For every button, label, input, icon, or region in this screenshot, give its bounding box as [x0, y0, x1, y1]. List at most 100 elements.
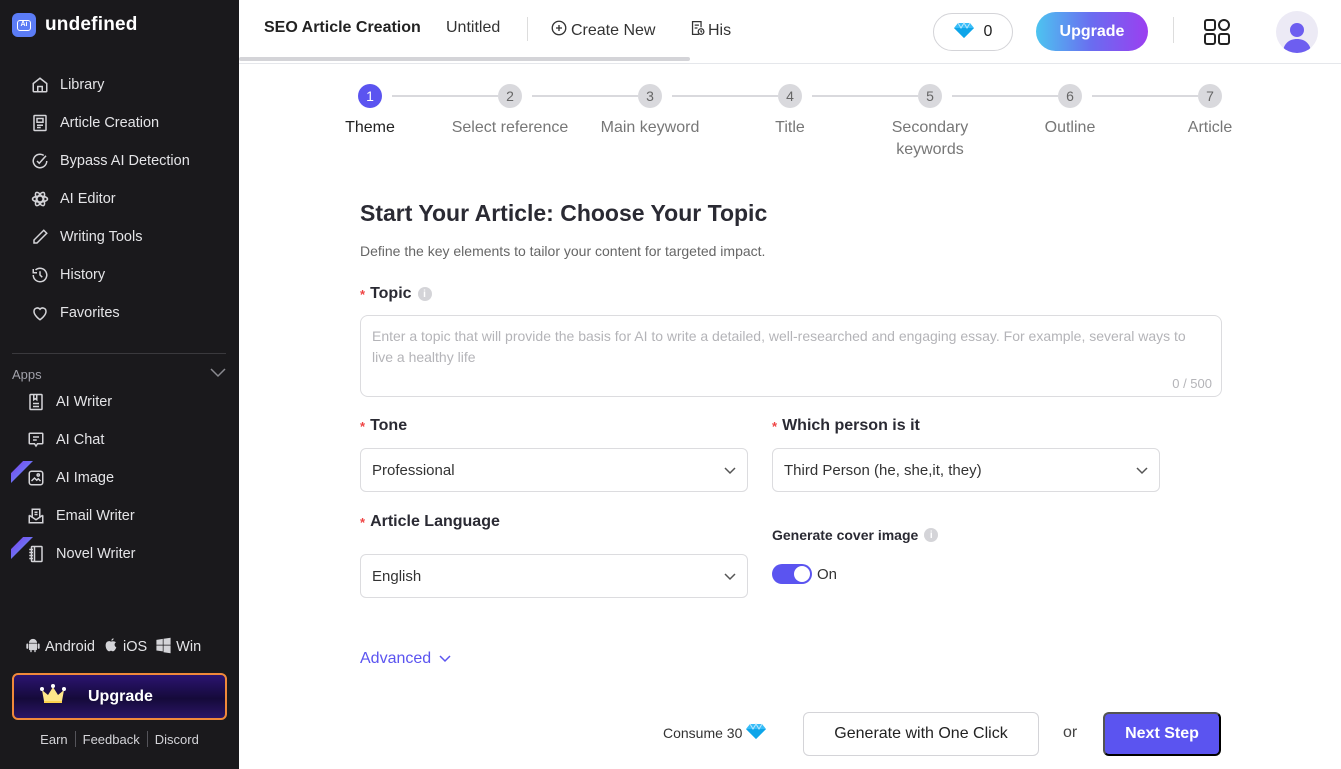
sidebar-upgrade-button[interactable]: Upgrade [12, 673, 227, 720]
sidebar-nav: Library Article Creation Bypass AI Detec… [0, 66, 239, 332]
form-subheading: Define the key elements to tailor your c… [360, 243, 766, 259]
gem-count: 0 [983, 23, 993, 40]
toggle-track[interactable] [772, 564, 812, 584]
progress-stepper: 1 Theme 2 Select reference 3 Main keywor… [239, 84, 1341, 174]
topic-input[interactable] [361, 316, 1221, 376]
chat-icon [27, 431, 45, 449]
sidebar-item-label: AI Image [56, 470, 115, 486]
sidebar-item-label: Writing Tools [60, 229, 143, 245]
brand-name: undefined [45, 14, 138, 35]
android-link[interactable]: Android [25, 637, 95, 658]
sidebar-item-ai-chat[interactable]: AI Chat [0, 421, 239, 459]
person-label: * Which person is it [772, 417, 920, 435]
writer-icon [27, 393, 45, 411]
info-icon[interactable]: i [417, 287, 432, 301]
sidebar-item-library[interactable]: Library [0, 66, 239, 104]
earn-link[interactable]: Earn [33, 732, 74, 747]
gem-balance[interactable]: 0 [933, 13, 1013, 51]
consume-label: Consume 30 [663, 724, 743, 741]
notebook-icon [27, 545, 45, 563]
ios-link[interactable]: iOS [103, 636, 147, 658]
user-avatar[interactable] [1276, 11, 1318, 53]
step-outline[interactable]: 6 Outline [1005, 84, 1135, 139]
language-label-text: Article Language [370, 513, 500, 530]
windows-link[interactable]: Win [155, 637, 201, 658]
step-number: 2 [498, 84, 522, 108]
character-counter: 0 / 500 [1172, 376, 1212, 391]
sidebar-footer-links: Earn Feedback Discord [0, 731, 239, 747]
generate-one-click-button[interactable]: Generate with One Click [803, 712, 1039, 756]
sidebar-item-novel-writer[interactable]: Novel Writer [0, 535, 239, 573]
sidebar-item-ai-image[interactable]: AI Image [0, 459, 239, 497]
create-new-button[interactable]: Create New [550, 19, 655, 42]
history-button[interactable]: His [689, 19, 731, 42]
sidebar-item-label: Library [60, 77, 105, 93]
document-name[interactable]: Untitled [446, 19, 500, 37]
step-select-reference[interactable]: 2 Select reference [445, 84, 575, 139]
horizontal-scrollbar[interactable] [239, 57, 690, 61]
chevron-down-icon[interactable] [210, 365, 226, 383]
sidebar-item-label: Email Writer [56, 508, 135, 524]
sidebar-item-label: AI Editor [60, 191, 116, 207]
step-number: 7 [1198, 84, 1222, 108]
sidebar-item-history[interactable]: History [0, 256, 239, 294]
person-value: Third Person (he, she,it, they) [784, 461, 982, 479]
plus-circle-icon [550, 19, 568, 42]
chevron-down-icon [1136, 462, 1148, 479]
main-content: SEO Article Creation Untitled Create New… [239, 0, 1341, 769]
step-theme[interactable]: 1 Theme [305, 84, 435, 139]
sidebar-item-label: Article Creation [60, 115, 160, 131]
pencil-icon [31, 228, 49, 246]
advanced-toggle[interactable]: Advanced [360, 650, 451, 668]
sidebar-item-ai-writer[interactable]: AI Writer [0, 383, 239, 421]
win-label: Win [176, 639, 202, 655]
topic-form: Start Your Article: Choose Your Topic De… [360, 200, 1222, 667]
sidebar-item-label: Bypass AI Detection [60, 153, 190, 169]
tone-select[interactable]: Professional [360, 448, 748, 492]
brand[interactable]: Ai undefined [0, 0, 239, 50]
sidebar-item-writing-tools[interactable]: Writing Tools [0, 218, 239, 256]
next-step-button[interactable]: Next Step [1103, 712, 1221, 756]
sidebar-item-email-writer[interactable]: Email Writer [0, 497, 239, 535]
ios-label: iOS [122, 639, 148, 655]
sidebar-item-bypass-ai-detection[interactable]: Bypass AI Detection [0, 142, 239, 180]
email-icon [27, 507, 45, 525]
step-title[interactable]: 4 Title [725, 84, 855, 139]
topic-input-box: 0 / 500 [360, 315, 1222, 397]
topbar-upgrade-button[interactable]: Upgrade [1036, 12, 1148, 51]
cover-image-label-text: Generate cover image [772, 527, 919, 543]
step-article[interactable]: 7 Article [1145, 84, 1275, 139]
document-icon [31, 114, 49, 132]
apps-grid-icon[interactable] [1203, 18, 1231, 51]
toggle-knob [794, 566, 810, 582]
person-select[interactable]: Third Person (he, she,it, they) [772, 448, 1160, 492]
check-circle-icon [31, 152, 49, 170]
diamond-icon [953, 21, 974, 43]
sidebar-item-article-creation[interactable]: Article Creation [0, 104, 239, 142]
sidebar-item-label: Novel Writer [56, 546, 136, 562]
sidebar-item-favorites[interactable]: Favorites [0, 294, 239, 332]
top-bar: SEO Article Creation Untitled Create New… [239, 0, 1341, 64]
apps-section-header[interactable]: Apps [12, 365, 226, 383]
required-asterisk: * [360, 514, 366, 530]
step-label: Article [1187, 119, 1233, 136]
sidebar: Ai undefined Library Article Creation By… [0, 0, 239, 769]
language-select[interactable]: English [360, 554, 748, 598]
step-number: 6 [1058, 84, 1082, 108]
discord-link[interactable]: Discord [148, 732, 206, 747]
step-main-keyword[interactable]: 3 Main keyword [585, 84, 715, 139]
step-secondary-keywords[interactable]: 5 Secondary keywords [865, 84, 995, 161]
history-label: His [708, 21, 732, 39]
or-separator: or [1063, 724, 1078, 741]
step-number: 3 [638, 84, 662, 108]
advanced-label: Advanced [360, 650, 432, 667]
cover-image-toggle[interactable]: On [772, 564, 837, 584]
cover-image-label: Generate cover image i [772, 527, 939, 543]
home-icon [31, 76, 49, 94]
info-icon[interactable]: i [924, 528, 939, 542]
required-asterisk: * [360, 418, 366, 434]
feedback-link[interactable]: Feedback [76, 732, 147, 747]
history-icon [31, 266, 49, 284]
sidebar-item-ai-editor[interactable]: AI Editor [0, 180, 239, 218]
topbar-divider [527, 17, 528, 41]
